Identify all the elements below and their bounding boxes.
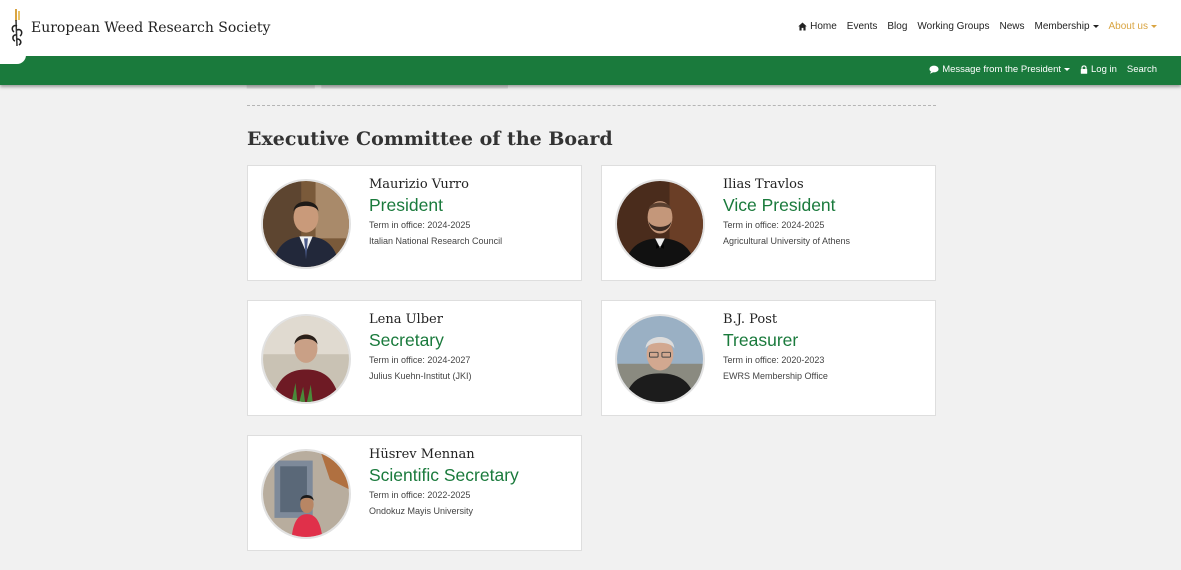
section-divider: [247, 105, 936, 106]
member-card[interactable]: Hüsrev Mennan Scientific Secretary Term …: [247, 435, 582, 551]
member-organization: Agricultural University of Athens: [723, 236, 851, 246]
nav-blog[interactable]: Blog: [887, 21, 907, 32]
home-icon: [798, 22, 807, 31]
nav-events[interactable]: Events: [847, 21, 878, 32]
nav-home-label: Home: [810, 21, 837, 32]
member-term: Term in office: 2024-2027: [369, 355, 471, 365]
nav-news-label: News: [999, 21, 1025, 32]
member-term: Term in office: 2024-2025: [723, 220, 825, 230]
member-name: Hüsrev Mennan: [369, 447, 475, 462]
member-term: Term in office: 2024-2025: [369, 220, 471, 230]
member-photo: [261, 449, 351, 539]
nav-search[interactable]: Search: [1127, 64, 1157, 75]
member-card[interactable]: Lena Ulber Secretary Term in office: 202…: [247, 300, 582, 416]
member-info: B.J. Post Treasurer Term in office: 2020…: [723, 312, 933, 381]
member-name: B.J. Post: [723, 312, 778, 327]
nav-about-us-label: About us: [1108, 21, 1148, 32]
member-photo: [615, 314, 705, 404]
member-role: President: [369, 195, 443, 215]
nav-membership[interactable]: Membership: [1034, 21, 1099, 32]
member-role: Secretary: [369, 330, 444, 350]
member-term: Term in office: 2022-2025: [369, 490, 471, 500]
nav-home[interactable]: Home: [798, 21, 837, 32]
member-card[interactable]: B.J. Post Treasurer Term in office: 2020…: [601, 300, 936, 416]
caret-down-icon: [1092, 25, 1099, 28]
member-card[interactable]: Maurizio Vurro President Term in office:…: [247, 165, 582, 281]
member-photo: [615, 179, 705, 269]
member-info: Lena Ulber Secretary Term in office: 202…: [369, 312, 579, 381]
member-organization: Julius Kuehn-Institut (JKI): [369, 371, 472, 381]
member-info: Hüsrev Mennan Scientific Secretary Term …: [369, 447, 579, 516]
member-term: Term in office: 2020-2023: [723, 355, 825, 365]
nav-working-groups-label: Working Groups: [917, 21, 990, 32]
member-organization: Italian National Research Council: [369, 236, 503, 246]
ewrs-logo-icon: [11, 9, 23, 47]
member-role: Vice President: [723, 195, 836, 215]
nav-message-from-president[interactable]: Message from the President: [929, 64, 1070, 75]
caret-down-icon: [1151, 25, 1157, 28]
member-photo: [261, 314, 351, 404]
nav-working-groups[interactable]: Working Groups: [917, 21, 989, 32]
section-title: Executive Committee of the Board: [247, 128, 613, 150]
nav-events-label: Events: [846, 21, 878, 32]
comment-icon: [929, 65, 939, 74]
caret-down-icon: [1064, 68, 1070, 71]
nav-login-label: Log in: [1091, 64, 1117, 75]
top-navbar: European Weed Research Society Home Even…: [0, 0, 1181, 56]
member-role: Scientific Secretary: [369, 465, 519, 485]
main-nav: Home Events Blog Working Groups News Mem…: [788, 21, 1157, 32]
brand[interactable]: European Weed Research Society: [9, 8, 270, 48]
member-name: Lena Ulber: [369, 312, 443, 327]
nav-message-label: Message from the President: [942, 64, 1061, 75]
secondary-navbar: Message from the President Log in Search: [0, 55, 1181, 85]
lock-icon: [1080, 65, 1088, 74]
member-organization: Ondokuz Mayis University: [369, 506, 474, 516]
member-name: Ilias Travlos: [723, 177, 804, 192]
secondary-nav: Message from the President Log in Search: [919, 64, 1157, 75]
nav-membership-label: Membership: [1034, 21, 1090, 32]
member-info: Ilias Travlos Vice President Term in off…: [723, 177, 933, 246]
member-name: Maurizio Vurro: [369, 177, 469, 192]
nav-news[interactable]: News: [999, 21, 1024, 32]
member-card[interactable]: Ilias Travlos Vice President Term in off…: [601, 165, 936, 281]
member-organization: EWRS Membership Office: [723, 371, 828, 381]
nav-blog-label: Blog: [887, 21, 908, 32]
member-role: Treasurer: [723, 330, 799, 350]
member-info: Maurizio Vurro President Term in office:…: [369, 177, 579, 246]
nav-search-label: Search: [1126, 64, 1157, 75]
nav-login[interactable]: Log in: [1080, 64, 1117, 75]
member-photo: [261, 179, 351, 269]
site-name: European Weed Research Society: [31, 20, 271, 36]
nav-about-us[interactable]: About us: [1109, 21, 1157, 32]
